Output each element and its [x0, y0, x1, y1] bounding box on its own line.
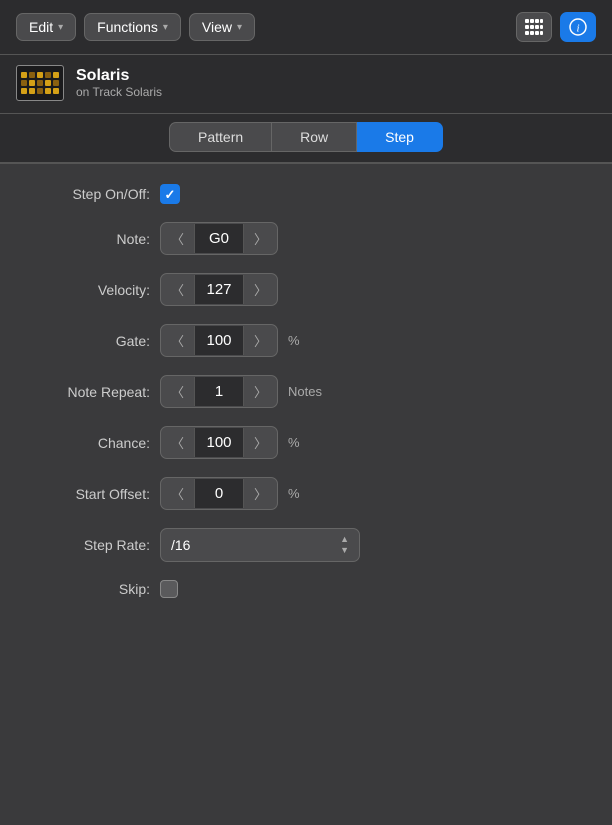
step-on-off-label: Step On/Off: [40, 186, 150, 202]
icon-cell [45, 88, 51, 94]
gate-label: Gate: [40, 333, 150, 349]
icon-cell [53, 88, 59, 94]
start-offset-value: 0 [194, 479, 244, 508]
note-spinner: 〈 G0 〉 [160, 222, 278, 255]
view-menu-button[interactable]: View ▾ [189, 13, 255, 41]
note-repeat-spinner: 〈 1 〉 [160, 375, 278, 408]
skip-row: Skip: [40, 580, 572, 598]
velocity-up-button[interactable]: 〉 [244, 274, 277, 305]
icon-cell [53, 72, 59, 78]
track-header: Solaris on Track Solaris [0, 55, 612, 114]
icon-cell [37, 88, 43, 94]
start-offset-label: Start Offset: [40, 486, 150, 502]
track-name: Solaris [76, 67, 162, 85]
chance-value: 100 [194, 428, 244, 457]
chance-label: Chance: [40, 435, 150, 451]
icon-cell [53, 80, 59, 86]
icon-cell [29, 72, 35, 78]
chance-suffix: % [288, 435, 300, 450]
gate-spinner: 〈 100 〉 [160, 324, 278, 357]
step-rate-select[interactable]: /16 ▲ ▼ [160, 528, 360, 562]
skip-checkbox[interactable] [160, 580, 178, 598]
tab-row[interactable]: Row [271, 122, 357, 152]
step-rate-value: /16 [171, 537, 190, 553]
note-repeat-down-button[interactable]: 〈 [161, 376, 194, 407]
chance-row: Chance: 〈 100 〉 % [40, 426, 572, 459]
icon-cell [21, 80, 27, 86]
note-up-button[interactable]: 〉 [244, 223, 277, 254]
gate-row: Gate: 〈 100 〉 % [40, 324, 572, 357]
track-icon [16, 65, 64, 101]
velocity-value: 127 [194, 275, 244, 304]
icon-cell [37, 80, 43, 86]
functions-chevron-icon: ▾ [163, 22, 168, 33]
gate-suffix: % [288, 333, 300, 348]
note-value: G0 [194, 224, 244, 253]
grid-icon-button[interactable] [516, 12, 552, 42]
chance-spinner: 〈 100 〉 [160, 426, 278, 459]
functions-menu-button[interactable]: Functions ▾ [84, 13, 181, 41]
tab-pattern[interactable]: Pattern [169, 122, 271, 152]
note-repeat-label: Note Repeat: [40, 384, 150, 400]
step-rate-up-icon[interactable]: ▲ [340, 535, 349, 544]
note-repeat-suffix: Notes [288, 384, 322, 399]
gate-up-button[interactable]: 〉 [244, 325, 277, 356]
chance-down-button[interactable]: 〈 [161, 427, 194, 458]
edit-label: Edit [29, 19, 53, 35]
note-label: Note: [40, 231, 150, 247]
edit-chevron-icon: ▾ [58, 22, 63, 33]
icon-cell [45, 72, 51, 78]
gate-down-button[interactable]: 〈 [161, 325, 194, 356]
icon-cell [37, 72, 43, 78]
skip-label: Skip: [40, 581, 150, 597]
gate-value: 100 [194, 326, 244, 355]
step-rate-down-icon[interactable]: ▼ [340, 546, 349, 555]
edit-menu-button[interactable]: Edit ▾ [16, 13, 76, 41]
icon-cell [29, 80, 35, 86]
track-info: Solaris on Track Solaris [76, 67, 162, 99]
velocity-down-button[interactable]: 〈 [161, 274, 194, 305]
note-repeat-up-button[interactable]: 〉 [244, 376, 277, 407]
tab-bar: Pattern Row Step [0, 114, 612, 164]
tab-step[interactable]: Step [357, 122, 443, 152]
icon-cell [29, 88, 35, 94]
step-on-off-checkbox[interactable]: ✓ [160, 184, 180, 204]
view-chevron-icon: ▾ [237, 22, 242, 33]
functions-label: Functions [97, 19, 158, 35]
track-subtitle: on Track Solaris [76, 85, 162, 99]
velocity-spinner: 〈 127 〉 [160, 273, 278, 306]
start-offset-down-button[interactable]: 〈 [161, 478, 194, 509]
step-rate-row: Step Rate: /16 ▲ ▼ [40, 528, 572, 562]
note-down-button[interactable]: 〈 [161, 223, 194, 254]
checkmark-icon: ✓ [165, 188, 176, 201]
step-on-off-row: Step On/Off: ✓ [40, 184, 572, 204]
velocity-row: Velocity: 〈 127 〉 [40, 273, 572, 306]
toolbar: Edit ▾ Functions ▾ View ▾ i [0, 0, 612, 55]
view-label: View [202, 19, 232, 35]
note-repeat-value: 1 [194, 377, 244, 406]
icon-cell [45, 80, 51, 86]
start-offset-up-button[interactable]: 〉 [244, 478, 277, 509]
chance-up-button[interactable]: 〉 [244, 427, 277, 458]
start-offset-row: Start Offset: 〈 0 〉 % [40, 477, 572, 510]
icon-cell [21, 72, 27, 78]
main-content: Step On/Off: ✓ Note: 〈 G0 〉 Velocity: 〈 … [0, 164, 612, 636]
note-repeat-row: Note Repeat: 〈 1 〉 Notes [40, 375, 572, 408]
svg-text:i: i [576, 23, 579, 35]
velocity-label: Velocity: [40, 282, 150, 298]
info-icon-button[interactable]: i [560, 12, 596, 42]
start-offset-suffix: % [288, 486, 300, 501]
step-rate-label: Step Rate: [40, 537, 150, 553]
icon-cell [21, 88, 27, 94]
start-offset-spinner: 〈 0 〉 [160, 477, 278, 510]
note-row: Note: 〈 G0 〉 [40, 222, 572, 255]
step-rate-stepper: ▲ ▼ [340, 535, 349, 555]
